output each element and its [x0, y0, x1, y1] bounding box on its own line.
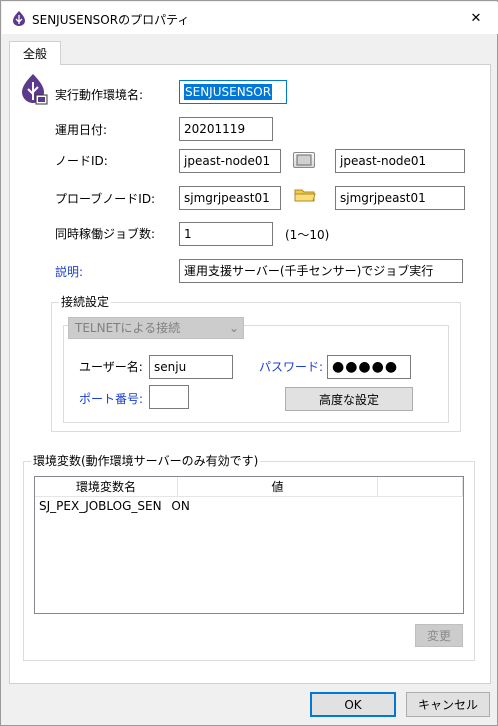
- password-input[interactable]: ●●●●●: [327, 355, 411, 379]
- ok-button[interactable]: OK: [310, 692, 396, 717]
- port-label[interactable]: ポート番号:: [79, 392, 143, 406]
- operation-date-label: 運用日付:: [55, 123, 108, 137]
- probe-node-id-display: sjmgrjpeast01: [335, 186, 465, 210]
- column-header-value[interactable]: 値: [178, 477, 378, 497]
- description-input[interactable]: 運用支援サーバー(千手センサー)でジョブ実行: [179, 259, 463, 283]
- concurrent-jobs-range: (1〜10): [285, 228, 330, 242]
- change-button[interactable]: 変更: [415, 624, 463, 647]
- concurrent-jobs-input[interactable]: 1: [179, 222, 273, 246]
- window-title: SENJUSENSORのプロパティ: [32, 13, 190, 27]
- connection-group-title: 接続設定: [59, 295, 112, 309]
- description-label[interactable]: 説明:: [55, 265, 83, 279]
- env-vars-group-title: 環境変数(動作環境サーバーのみ有効です): [31, 454, 261, 468]
- probe-node-id-input[interactable]: sjmgrjpeast01: [179, 186, 281, 210]
- port-input[interactable]: [149, 385, 189, 409]
- env-var-name: SJ_PEX_JOBLOG_SEN: [39, 499, 162, 513]
- app-icon: [13, 11, 25, 26]
- concurrent-jobs-label: 同時稼働ジョブ数:: [55, 227, 156, 241]
- probe-node-browse-button[interactable]: [293, 186, 317, 204]
- env-var-value: ON: [171, 499, 190, 513]
- table-row[interactable]: SJ_PEX_JOBLOG_SEN ON: [39, 499, 190, 513]
- user-name-input[interactable]: senju: [149, 355, 233, 379]
- env-name-input[interactable]: SENJUSENSOR: [179, 80, 287, 104]
- env-name-value: SENJUSENSOR: [184, 84, 273, 100]
- column-header-filler: [378, 477, 463, 497]
- column-header-name[interactable]: 環境変数名: [35, 477, 178, 497]
- chevron-down-icon: ⌄: [228, 321, 239, 335]
- close-button[interactable]: ✕: [454, 3, 498, 33]
- properties-dialog: SENJUSENSORのプロパティ ✕ 全般 実行動作環境名: SENJUSEN…: [0, 0, 498, 726]
- node-browse-icon: [296, 154, 312, 166]
- password-label[interactable]: パスワード:: [259, 360, 323, 374]
- tab-general[interactable]: 全般: [9, 41, 61, 65]
- title-bar: SENJUSENSORのプロパティ ✕: [2, 2, 498, 34]
- folder-icon: [294, 189, 316, 202]
- cancel-button[interactable]: キャンセル: [406, 692, 490, 717]
- node-id-label: ノードID:: [55, 154, 108, 168]
- node-select-button[interactable]: [293, 152, 315, 168]
- close-icon: ✕: [470, 10, 482, 26]
- env-vars-list[interactable]: 環境変数名 値 SJ_PEX_JOBLOG_SEN ON: [34, 476, 464, 614]
- probe-node-id-label: プローブノードID:: [55, 192, 156, 206]
- user-name-label: ユーザー名:: [79, 360, 143, 374]
- connection-method-value: TELNETによる接続: [75, 321, 181, 335]
- operation-date-input[interactable]: 20201119: [179, 117, 273, 141]
- env-name-label: 実行動作環境名:: [55, 88, 144, 102]
- node-id-display: jpeast-node01: [335, 149, 465, 173]
- connection-method-select[interactable]: TELNETによる接続 ⌄: [68, 317, 244, 339]
- node-id-input[interactable]: jpeast-node01: [179, 149, 281, 173]
- environment-icon: [22, 74, 48, 105]
- advanced-settings-button[interactable]: 高度な設定: [285, 387, 413, 411]
- tab-label: 全般: [22, 47, 47, 61]
